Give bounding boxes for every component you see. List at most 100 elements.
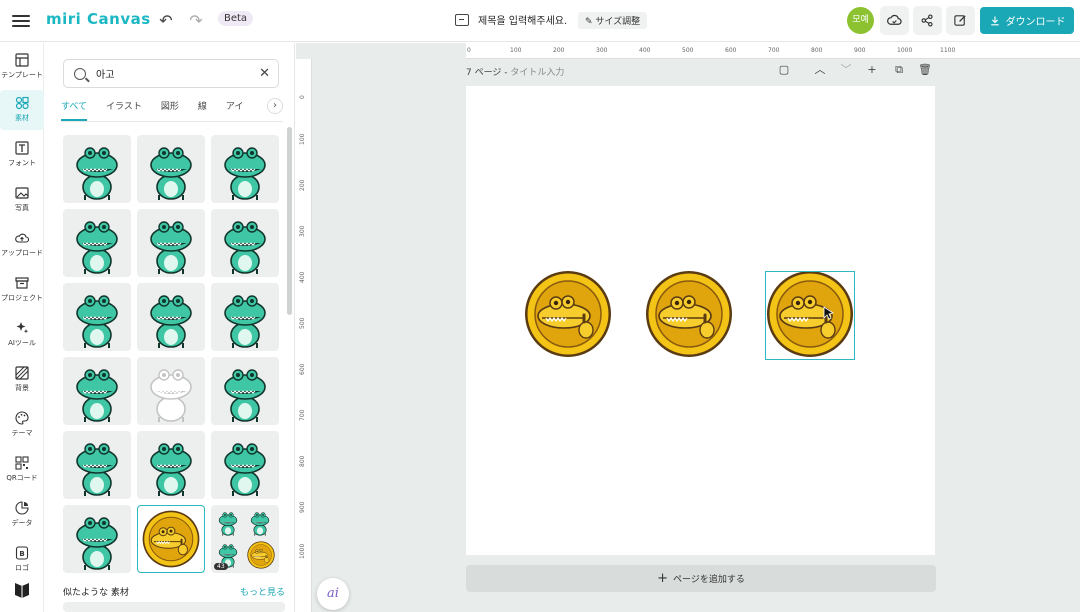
- result-tile[interactable]: 43: [211, 505, 279, 573]
- chevron-down-icon[interactable]: ﹀: [839, 63, 853, 77]
- avatar[interactable]: 모예: [847, 7, 874, 34]
- folder-icon: [455, 13, 469, 26]
- trash-icon[interactable]: 🗑: [918, 63, 932, 77]
- upload-icon: [15, 233, 29, 243]
- elements-icon: [15, 96, 29, 110]
- rail-item-ai-tools[interactable]: AIツール: [0, 315, 44, 355]
- page-label: 7 ページ - タイトル入力: [466, 65, 564, 78]
- rail-item-elements[interactable]: 素材: [0, 90, 44, 130]
- close-icon[interactable]: ✕: [259, 66, 270, 81]
- rail-item-data[interactable]: データ: [0, 495, 44, 535]
- share-icon[interactable]: [913, 6, 942, 35]
- result-tile[interactable]: [63, 283, 131, 351]
- coin-crocodile-2[interactable]: [645, 270, 733, 358]
- tab-shape[interactable]: 図形: [161, 99, 179, 121]
- top-bar: miri Canvas ↶ ↷ Beta 제목을 입력해주세요. ✎ サイズ調整…: [0, 0, 1080, 42]
- rail-item-theme[interactable]: テーマ: [0, 405, 44, 445]
- undo-icon[interactable]: ↶: [156, 11, 176, 31]
- coin-crocodile-1[interactable]: [524, 270, 612, 358]
- similar-section-header: 似たような 素材 もっと見る: [63, 585, 285, 598]
- result-tile[interactable]: [211, 283, 279, 351]
- font-icon: [15, 141, 29, 155]
- ruler-tick-label: 900: [854, 47, 866, 54]
- result-tile-coin[interactable]: [137, 505, 205, 573]
- rail-item-project[interactable]: プロジェクト: [0, 270, 44, 310]
- page-comment-icon[interactable]: ▢: [777, 63, 791, 77]
- rail-item-photo[interactable]: 写真: [0, 180, 44, 220]
- result-tile[interactable]: [63, 431, 131, 499]
- result-tile[interactable]: [137, 135, 205, 203]
- ruler-tick-label: 300: [299, 225, 306, 237]
- more-link[interactable]: もっと見る: [240, 585, 285, 598]
- ruler-tick-label: 700: [299, 409, 306, 421]
- app-logo[interactable]: miri Canvas: [46, 10, 151, 28]
- crocodile-illustration: [150, 443, 192, 497]
- duplicate-icon[interactable]: ⧉: [892, 63, 906, 77]
- tab-line[interactable]: 線: [198, 99, 207, 121]
- rail-item-background[interactable]: 背景: [0, 360, 44, 400]
- rail-item-font[interactable]: フォント: [0, 135, 44, 175]
- result-tile[interactable]: [211, 135, 279, 203]
- result-tile[interactable]: [137, 357, 205, 425]
- crocodile-illustration: [76, 295, 118, 349]
- ai-assistant-button[interactable]: ai: [317, 578, 349, 610]
- logo-icon: B: [15, 546, 29, 560]
- search-input[interactable]: 아고 ✕: [63, 59, 279, 88]
- download-button[interactable]: ダウンロード: [980, 7, 1074, 34]
- redo-icon[interactable]: ↷: [186, 11, 206, 31]
- result-tile[interactable]: [211, 357, 279, 425]
- rail-label: 素材: [15, 114, 29, 122]
- result-tile[interactable]: [137, 209, 205, 277]
- result-tile[interactable]: [211, 431, 279, 499]
- cloud-save-icon[interactable]: [880, 6, 909, 35]
- resize-button[interactable]: ✎ サイズ調整: [578, 12, 648, 29]
- rail-item-logo[interactable]: B ロゴ: [0, 540, 44, 580]
- similar-label: 似たような 素材: [63, 588, 129, 598]
- template-icon: [15, 53, 29, 67]
- ruler-tick-label: 600: [725, 47, 737, 54]
- crocodile-illustration: [224, 147, 266, 201]
- result-tile[interactable]: [137, 283, 205, 351]
- selection-box[interactable]: [765, 271, 855, 360]
- rail-label: データ: [11, 519, 33, 527]
- page-title-input[interactable]: タイトル入力: [510, 68, 564, 78]
- result-tile[interactable]: [63, 357, 131, 425]
- chevron-right-icon[interactable]: ›: [267, 98, 283, 114]
- chevron-up-icon[interactable]: ︿: [813, 63, 827, 77]
- tab-illustration[interactable]: イラスト: [106, 99, 142, 121]
- ruler-vertical: 0 100 200 300 400 500 600 700 800 900 1000: [296, 59, 312, 612]
- tab-all[interactable]: すべて: [61, 99, 88, 121]
- ruler-tick-label: 500: [299, 317, 306, 329]
- ruler-tick-label: 200: [553, 47, 565, 54]
- ruler-tick-label: 500: [682, 47, 694, 54]
- rail-item-qr[interactable]: QRコード: [0, 450, 44, 490]
- mouse-cursor-icon: [823, 306, 834, 320]
- add-icon[interactable]: +: [865, 63, 879, 77]
- edit-icon[interactable]: [946, 6, 975, 35]
- add-page-button[interactable]: + ページを追加する: [466, 565, 936, 592]
- crocodile-illustration: [76, 443, 118, 497]
- download-icon: [990, 16, 999, 25]
- crocodile-illustration: [150, 369, 192, 423]
- ruler-tick-label: 1000: [299, 543, 306, 559]
- menu-icon[interactable]: [12, 12, 30, 30]
- page-number: 7 ページ -: [466, 68, 511, 78]
- result-tile[interactable]: [63, 209, 131, 277]
- panel-scrollbar[interactable]: [287, 127, 292, 315]
- tab-icon[interactable]: アイ: [226, 99, 244, 121]
- rail-item-template[interactable]: テンプレート: [0, 47, 44, 87]
- ruler-tick-label: 400: [299, 271, 306, 283]
- result-tile[interactable]: [211, 209, 279, 277]
- title-text[interactable]: 제목을 입력해주세요.: [478, 12, 567, 27]
- count-badge: 43: [214, 563, 228, 570]
- result-tile[interactable]: [137, 431, 205, 499]
- result-tile[interactable]: [63, 135, 131, 203]
- rail-item-upload[interactable]: アップロード: [0, 225, 44, 265]
- document-title[interactable]: 제목을 입력해주세요.: [455, 12, 567, 27]
- search-value[interactable]: 아고: [96, 66, 114, 81]
- svg-text:B: B: [19, 550, 24, 558]
- result-tile[interactable]: [63, 505, 131, 573]
- ruler-tick-label: 100: [510, 47, 522, 54]
- brand-icon[interactable]: [13, 581, 31, 599]
- elements-panel: 아고 ✕ すべて イラスト 図形 線 アイ › 43 似たような 素材 もっと見…: [45, 43, 295, 612]
